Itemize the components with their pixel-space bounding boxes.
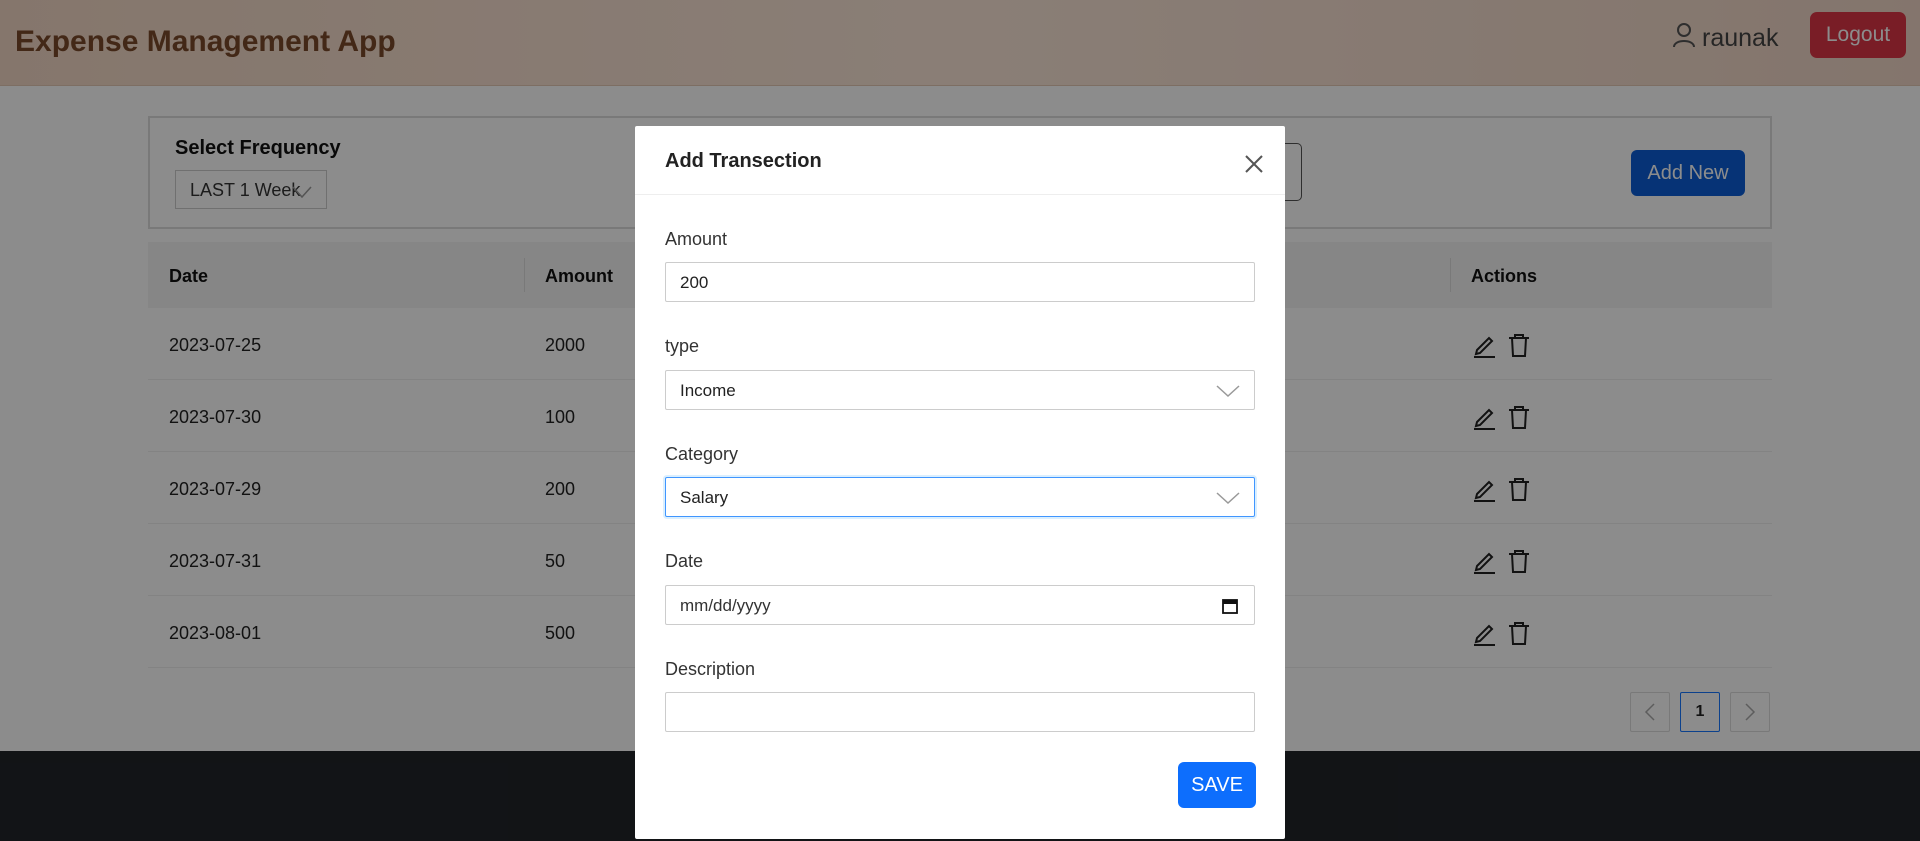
category-select[interactable]: Salary	[665, 477, 1255, 517]
modal-title: Add Transection	[665, 150, 822, 172]
save-button[interactable]: SAVE	[1178, 762, 1256, 808]
type-value: Income	[680, 381, 736, 400]
chevron-down-icon	[1216, 490, 1240, 510]
modal-header: Add Transection	[635, 126, 1285, 195]
category-label: Category	[665, 444, 739, 464]
date-label: Date	[665, 551, 704, 571]
chevron-down-icon	[1216, 383, 1240, 403]
type-label: type	[665, 336, 700, 356]
add-transaction-modal: Add Transection Amount 200 type Income C…	[635, 126, 1285, 839]
category-value: Salary	[680, 488, 729, 507]
calendar-icon[interactable]	[1221, 597, 1239, 620]
date-input[interactable]: mm/dd/yyyy	[665, 585, 1255, 625]
type-select[interactable]: Income	[665, 370, 1255, 410]
date-placeholder: mm/dd/yyyy	[680, 596, 771, 615]
amount-label: Amount	[665, 229, 728, 249]
amount-input[interactable]: 200	[665, 262, 1255, 302]
close-icon[interactable]	[1239, 149, 1269, 179]
description-input[interactable]	[665, 692, 1255, 732]
amount-value: 200	[680, 273, 709, 292]
description-label: Description	[665, 659, 756, 679]
